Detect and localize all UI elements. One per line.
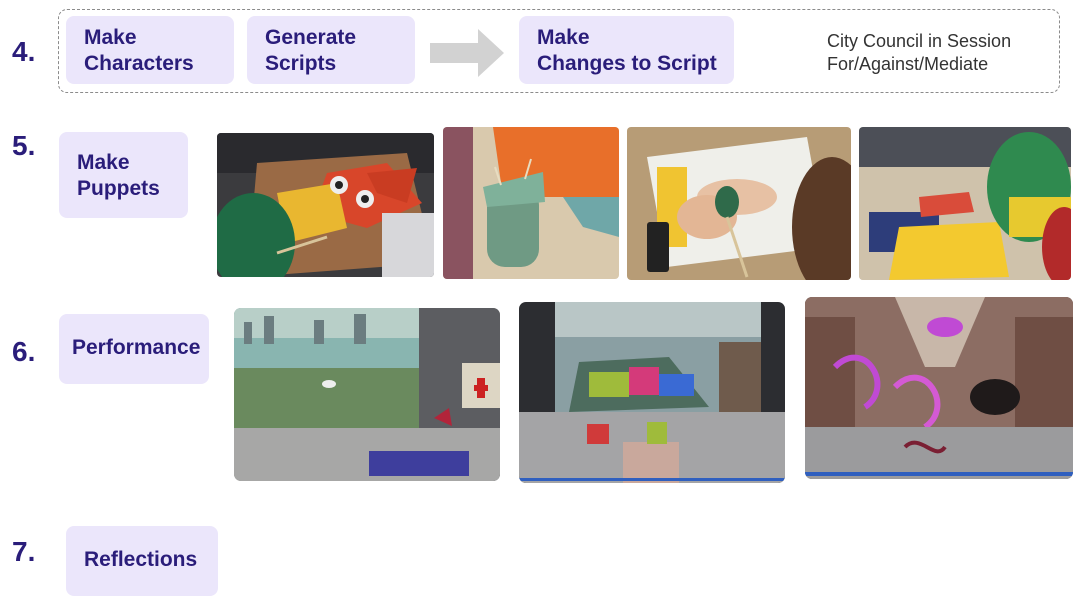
city-council-line1: City Council in Session <box>827 31 1012 51</box>
make-characters-line1: Make <box>84 26 137 49</box>
performance-label: Performance <box>72 336 201 359</box>
performance-photo-lake <box>234 308 500 481</box>
puppet-photo-kids-table <box>859 127 1071 280</box>
make-puppets-box: Make Puppets <box>59 132 188 218</box>
puppet-photo-green-stick <box>443 127 619 279</box>
reflections-label: Reflections <box>84 548 198 571</box>
make-changes-box: Make Changes to Script <box>519 16 734 84</box>
city-council-line2: For/Against/Mediate <box>827 54 989 74</box>
make-puppets-line1: Make <box>77 151 130 174</box>
puppet-photo-paper-eyes <box>217 133 434 277</box>
step-5-number: 5. <box>12 130 36 161</box>
reflections-box: Reflections <box>66 526 218 596</box>
performance-box: Performance <box>59 314 209 384</box>
performance-photo-fantasy-hall <box>805 297 1073 479</box>
make-characters-line2: Characters <box>84 52 194 75</box>
generate-scripts-line1: Generate <box>265 26 357 49</box>
make-characters-box: Make Characters <box>66 16 234 84</box>
make-puppets-line2: Puppets <box>77 177 160 200</box>
puppet-photo-hands-crafting <box>627 127 851 280</box>
city-council-note: City Council in Session For/Against/Medi… <box>827 30 1011 76</box>
generate-scripts-line2: Scripts <box>265 52 337 75</box>
step-6-number: 6. <box>12 336 36 367</box>
step-4-number: 4. <box>12 36 36 67</box>
step-7-number: 7. <box>12 536 36 567</box>
make-changes-line2: Changes to Script <box>537 52 717 75</box>
arrow-right-icon <box>430 29 504 77</box>
performance-photo-atrium <box>519 302 785 483</box>
generate-scripts-box: Generate Scripts <box>247 16 415 84</box>
make-changes-line1: Make <box>537 26 590 49</box>
